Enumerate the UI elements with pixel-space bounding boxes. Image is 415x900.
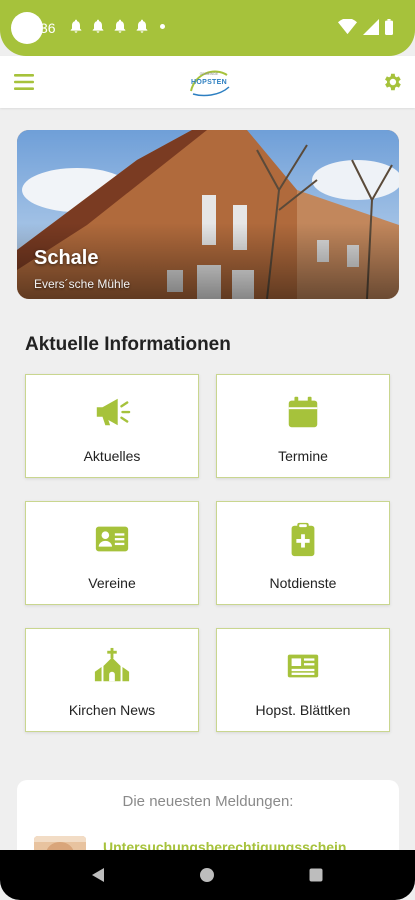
id-card-icon xyxy=(95,526,129,552)
tile-notdienste[interactable]: Notdienste xyxy=(216,501,390,605)
calendar-icon xyxy=(288,396,318,428)
tile-label: Hopst. Blättken xyxy=(255,702,351,718)
church-icon xyxy=(94,647,130,682)
tile-label: Aktuelles xyxy=(83,448,141,464)
status-bar: 36 xyxy=(0,0,415,56)
bell-icon xyxy=(70,19,82,33)
recents-icon[interactable] xyxy=(308,867,324,883)
hopsten-logo[interactable]: GEMEINDE HOPSTEN xyxy=(185,63,233,101)
hero-banner[interactable]: Schale Evers´sche Mühle xyxy=(17,130,399,299)
tile-label: Kirchen News xyxy=(68,702,156,718)
notification-icons xyxy=(68,18,165,34)
newspaper-icon xyxy=(287,654,319,678)
bell-icon xyxy=(136,19,148,33)
hamburger-menu-icon[interactable] xyxy=(13,71,35,93)
megaphone-icon xyxy=(96,398,131,426)
bell-icon xyxy=(92,19,104,33)
system-navigation-bar xyxy=(0,850,415,900)
signal-icon xyxy=(363,19,379,35)
status-time: 36 xyxy=(40,20,56,36)
tile-label: Notdienste xyxy=(269,575,337,591)
news-heading: Die neuesten Meldungen: xyxy=(122,793,294,810)
system-icons xyxy=(338,19,393,35)
tile-kirchen-news[interactable]: Kirchen News xyxy=(25,628,199,732)
logo-small-text: GEMEINDE xyxy=(199,72,219,76)
app-bar: GEMEINDE HOPSTEN xyxy=(0,56,415,108)
hero-subtitle: Evers´sche Mühle xyxy=(34,277,131,291)
tile-termine[interactable]: Termine xyxy=(216,374,390,478)
tile-label: Termine xyxy=(278,448,328,464)
logo-text: HOPSTEN xyxy=(191,79,227,86)
camera-cutout xyxy=(11,12,43,44)
tile-vereine[interactable]: Vereine xyxy=(25,501,199,605)
battery-icon xyxy=(385,19,393,35)
medical-clipboard-icon xyxy=(291,522,315,557)
tile-hopst-blaettken[interactable]: Hopst. Blättken xyxy=(216,628,390,732)
gear-icon[interactable] xyxy=(381,71,403,93)
wifi-icon xyxy=(338,19,357,35)
tile-label: Vereine xyxy=(88,575,136,591)
section-title: Aktuelle Informationen xyxy=(25,334,231,355)
hero-title: Schale xyxy=(34,247,99,269)
hero-image xyxy=(17,130,399,299)
back-icon[interactable] xyxy=(90,867,106,883)
home-icon[interactable] xyxy=(199,867,215,883)
bell-icon xyxy=(114,19,126,33)
tile-aktuelles[interactable]: Aktuelles xyxy=(25,374,199,478)
dot-icon xyxy=(160,23,165,29)
